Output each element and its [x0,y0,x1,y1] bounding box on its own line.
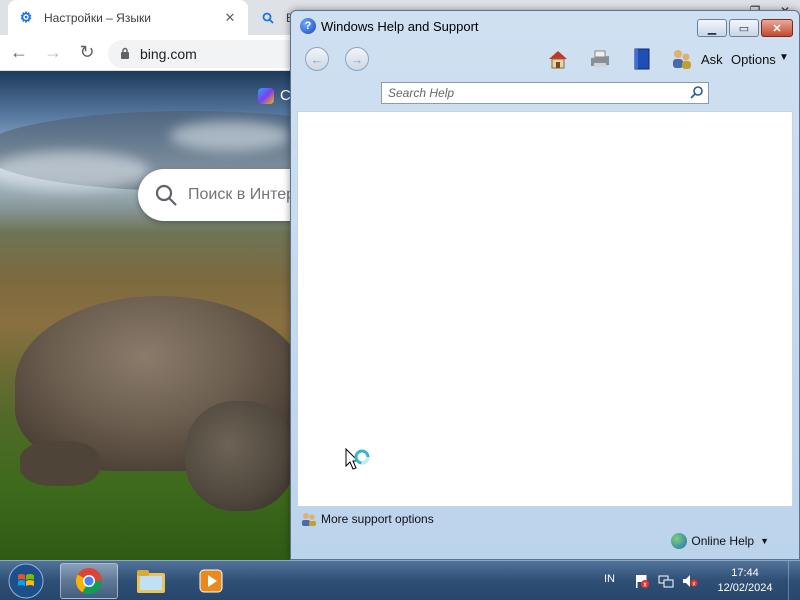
help-search-input[interactable]: Search Help [381,82,709,104]
online-help-dropdown[interactable]: Online Help ▼ [671,533,769,549]
action-center-flag-icon[interactable]: x [634,573,650,589]
copilot-icon[interactable] [258,88,276,104]
online-help-label: Online Help [691,534,755,548]
home-icon[interactable] [545,46,571,72]
tab-label: Настройки – Языки [44,10,151,25]
show-desktop-button[interactable] [788,561,800,600]
help-toolbar: ← → Ask Options ▼ [291,41,799,77]
close-button[interactable]: ✕ [761,19,793,37]
clock-time: 17:44 [731,567,759,579]
lock-icon [120,47,130,62]
window-title: Windows Help and Support [321,18,479,34]
search-placeholder: Поиск в Интер [188,186,296,203]
search-icon [260,10,276,26]
busy-cursor-icon [345,448,370,470]
title-bar[interactable]: ? Windows Help and Support ▁ ▭ ✕ [291,11,799,41]
settings-gear-icon: ⚙ [19,9,33,25]
options-menu-label[interactable]: Options [731,52,776,67]
windows-logo-icon [8,563,44,599]
folder-icon [137,570,165,593]
taskbar-chrome[interactable] [60,563,118,599]
minimize-button[interactable]: ▁ [697,19,727,37]
help-question-icon: ? [300,18,316,34]
clock[interactable]: 17:44 12/02/2024 [708,566,782,596]
tortoise-image [20,441,100,486]
search-placeholder: Search Help [388,86,455,100]
ask-button-label[interactable]: Ask [701,52,723,67]
window-controls: ▁ ▭ ✕ [695,19,793,37]
back-arrow-icon[interactable]: ← [305,47,329,71]
forward-arrow-icon[interactable]: → [38,38,68,68]
forward-arrow-icon[interactable]: → [345,47,369,71]
search-icon [155,184,177,206]
chevron-down-icon[interactable]: ▼ [779,52,789,63]
svg-text:x: x [643,582,647,589]
svg-text:x: x [693,582,696,588]
browse-help-book-icon[interactable] [629,46,655,72]
globe-icon [671,533,688,549]
back-arrow-icon[interactable]: ← [4,38,34,68]
printer-icon[interactable] [587,46,613,72]
taskbar-file-explorer[interactable] [122,563,180,599]
close-tab-icon[interactable]: ✕ [222,10,238,26]
url-text: bing.com [140,46,197,62]
clock-date: 12/02/2024 [717,582,773,594]
network-icon[interactable] [658,573,674,589]
reload-icon[interactable]: ↻ [72,38,102,68]
support-people-icon [302,513,316,526]
search-icon[interactable] [689,85,705,101]
more-support-options-link[interactable]: More support options [301,511,434,527]
more-support-label: More support options [321,512,434,526]
cloud [170,121,290,151]
tortoise-image [185,401,295,511]
tab-settings-languages[interactable]: ⚙ Настройки – Языки ✕ [8,0,248,35]
language-indicator[interactable]: IN [604,573,615,585]
taskbar-media-player[interactable] [182,563,240,599]
ask-people-icon[interactable] [669,46,695,72]
maximize-button[interactable]: ▭ [729,19,759,37]
taskbar: IN x x 17:44 12/02/2024 [0,560,800,600]
start-button[interactable] [4,562,48,600]
chevron-down-icon: ▼ [760,536,769,546]
volume-muted-icon[interactable]: x [682,573,698,589]
media-player-icon [199,569,223,593]
chrome-icon [75,568,103,595]
